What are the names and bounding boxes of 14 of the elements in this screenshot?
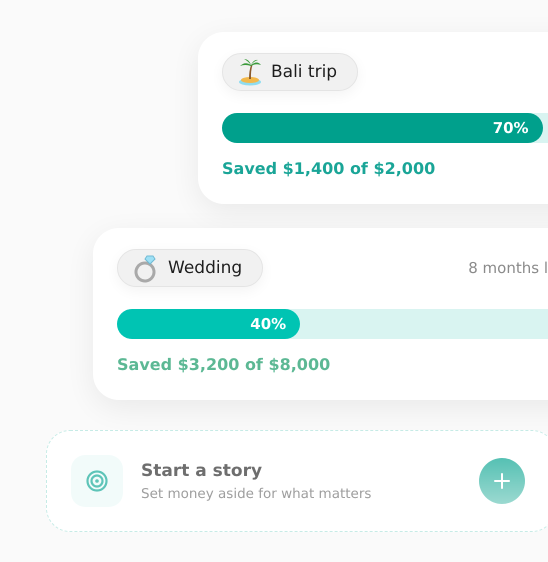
new-goal-subtitle: Set money aside for what matters (141, 486, 372, 502)
goal-name: Wedding (117, 249, 264, 287)
progress-fill: 40% (117, 309, 300, 339)
time-remaining: 8 months l (468, 259, 548, 277)
saved-amount: Saved $1,400 of $2,000 (222, 159, 436, 178)
target-icon (86, 470, 108, 492)
saved-amount: Saved $3,200 of $8,000 (117, 355, 332, 374)
palm-tree-icon (237, 58, 263, 86)
progress-fill: 70% (222, 113, 543, 143)
add-button[interactable] (479, 458, 525, 504)
new-goal-card[interactable]: Start a story Set money aside for what matters (46, 430, 548, 532)
goal-name: Bali trip (222, 53, 358, 91)
new-goal-title: Start a story (141, 460, 264, 480)
plus-icon (494, 473, 510, 489)
